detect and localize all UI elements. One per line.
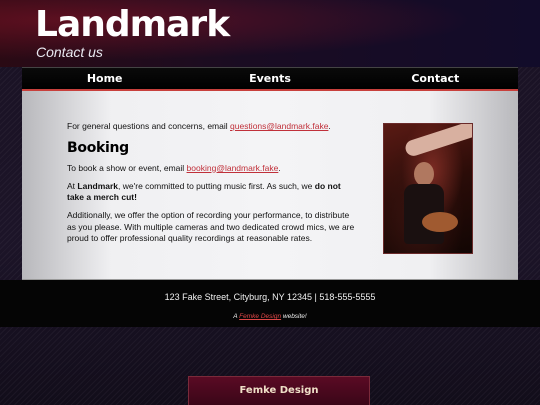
femke-design-link[interactable]: Femke Design [239, 313, 281, 320]
nav-item-contact[interactable]: Contact [353, 72, 518, 85]
nav-item-home[interactable]: Home [22, 72, 187, 85]
contact-text: For general questions and concerns, emai… [67, 121, 357, 251]
nav-item-events[interactable]: Events [187, 72, 352, 85]
recording-text: Additionally, we offer the option of rec… [67, 210, 355, 243]
page-subtitle: Contact us [36, 44, 103, 60]
performer-photo [383, 123, 473, 254]
booking-email-link[interactable]: booking@landmark.fake [187, 163, 279, 173]
site-footer: 123 Fake Street, Cityburg, NY 12345 | 51… [0, 280, 540, 327]
booking-heading: Booking [67, 140, 129, 157]
content-panel: For general questions and concerns, emai… [22, 91, 518, 280]
site-header: Landmark Contact us [0, 0, 540, 67]
general-contact-line: For general questions and concerns, emai… [67, 121, 331, 131]
footer-credit: A Femke Design website! [233, 313, 307, 320]
site-logo[interactable]: Landmark [35, 4, 230, 45]
merch-policy-text: At Landmark, we're committed to putting … [67, 180, 341, 203]
femke-design-button[interactable]: Femke Design [188, 376, 370, 405]
booking-line: To book a show or event, email booking@l… [67, 162, 281, 173]
general-email-link[interactable]: questions@landmark.fake [230, 121, 328, 131]
footer-address: 123 Fake Street, Cityburg, NY 12345 | 51… [164, 292, 376, 302]
main-nav: Home Events Contact [22, 67, 518, 91]
